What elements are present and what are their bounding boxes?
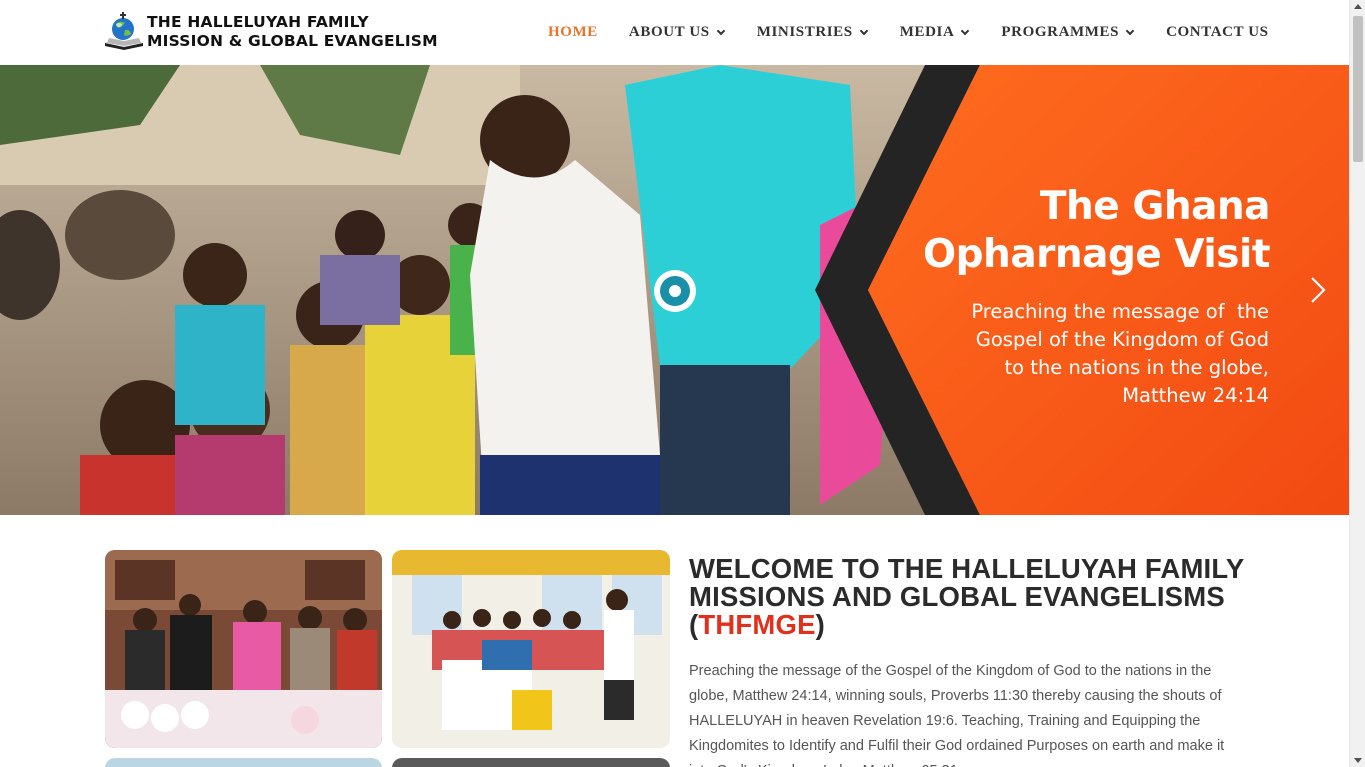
welcome-heading-close: ) bbox=[815, 609, 826, 640]
nav-programmes[interactable]: PROGRAMMES bbox=[1001, 24, 1135, 41]
logo-line-2: MISSION & GLOBAL EVANGELISM bbox=[147, 32, 438, 50]
hero-title-line-1: The Ghana bbox=[1039, 184, 1271, 229]
nav-ministries[interactable]: MINISTRIES bbox=[756, 24, 868, 41]
chevron-down-icon bbox=[961, 26, 970, 35]
nav-contact-us-label: CONTACT US bbox=[1166, 24, 1269, 40]
hero-subtitle-line-4: Matthew 24:14 bbox=[1122, 384, 1269, 407]
site-logo[interactable]: THE HALLELUYAH FAMILY MISSION & GLOBAL E… bbox=[103, 12, 438, 52]
hero-slider: The Ghana Opharnage Visit Preaching the … bbox=[0, 65, 1349, 515]
scroll-down-arrow-icon[interactable] bbox=[1354, 758, 1362, 763]
globe-bible-logo-icon bbox=[105, 12, 143, 50]
gallery-photo-4[interactable] bbox=[392, 758, 670, 767]
nav-media-label: MEDIA bbox=[899, 24, 955, 40]
hero-title: The Ghana Opharnage Visit bbox=[922, 183, 1271, 279]
main-nav: HOME ABOUT US MINISTRIES MEDIA PROGRAMME… bbox=[540, 0, 1269, 65]
nav-media[interactable]: MEDIA bbox=[899, 24, 970, 41]
nav-about-us[interactable]: ABOUT US bbox=[628, 24, 725, 41]
hero-subtitle-line-2: Gospel of the Kingdom of God bbox=[975, 328, 1269, 351]
nav-contact-us[interactable]: CONTACT US bbox=[1166, 24, 1269, 41]
hero-subtitle-line-3: to the nations in the globe, bbox=[1004, 356, 1269, 379]
hero-subtitle: Preaching the message of the Gospel of t… bbox=[971, 298, 1269, 410]
chevron-down-icon bbox=[1125, 26, 1135, 35]
nav-ministries-label: MINISTRIES bbox=[756, 24, 853, 40]
nav-programmes-label: PROGRAMMES bbox=[1001, 24, 1120, 40]
loading-spinner-icon bbox=[654, 270, 696, 312]
welcome-heading: WELCOME TO THE HALLELUYAH FAMILY MISSION… bbox=[689, 555, 1249, 639]
logo-line-1: THE HALLELUYAH FAMILY bbox=[147, 13, 369, 31]
gallery-photo-donation[interactable] bbox=[105, 550, 382, 748]
site-header: THE HALLELUYAH FAMILY MISSION & GLOBAL E… bbox=[0, 0, 1349, 65]
nav-home-label: HOME bbox=[548, 24, 598, 40]
hero-title-line-2: Opharnage Visit bbox=[922, 232, 1271, 277]
nav-home[interactable]: HOME bbox=[548, 24, 598, 41]
welcome-body-text: Preaching the message of the Gospel of t… bbox=[689, 663, 1225, 767]
chevron-down-icon bbox=[859, 26, 868, 35]
chevron-down-icon bbox=[716, 26, 725, 35]
hero-subtitle-line-1: Preaching the message of the bbox=[971, 300, 1269, 323]
scroll-up-arrow-icon[interactable] bbox=[1354, 4, 1362, 9]
gallery-photo-orphanage-group[interactable] bbox=[392, 550, 670, 748]
scrollbar-thumb[interactable] bbox=[1353, 16, 1363, 162]
nav-about-us-label: ABOUT US bbox=[628, 24, 710, 40]
gallery-photo-3[interactable] bbox=[105, 758, 382, 767]
chevron-right-icon[interactable] bbox=[1307, 275, 1329, 305]
page-scrollbar[interactable] bbox=[1349, 0, 1365, 767]
welcome-acronym: THFMGE bbox=[698, 609, 816, 640]
